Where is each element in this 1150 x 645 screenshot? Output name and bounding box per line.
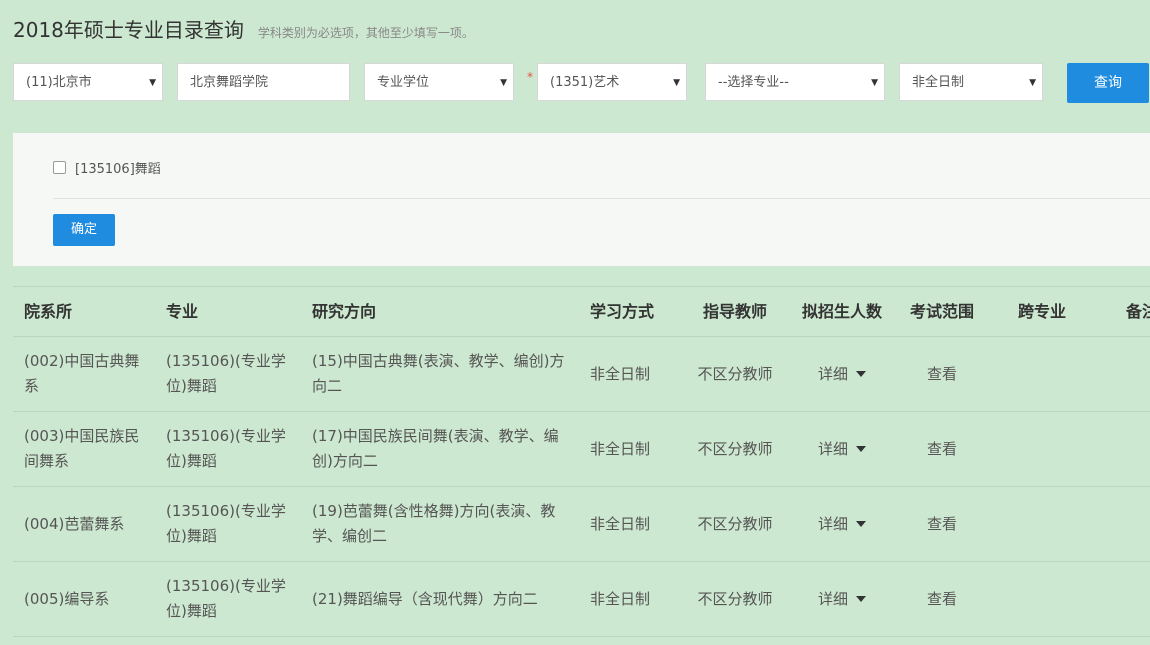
- chevron-down-icon: ▼: [1029, 78, 1036, 88]
- cell-direction: (21)舞蹈编导（含现代舞）方向二: [312, 589, 538, 608]
- cell-dept: (003)中国民族民间舞系: [24, 427, 140, 470]
- header-scope: 考试范围: [909, 302, 974, 321]
- query-button[interactable]: 查询: [1067, 63, 1149, 103]
- panel-divider: [53, 198, 1150, 199]
- header-direction: 研究方向: [312, 302, 377, 321]
- school-input[interactable]: 北京舞蹈学院: [177, 63, 350, 101]
- table-row: (002)中国古典舞系 (135106)(专业学位)舞蹈 (15)中国古典舞(表…: [13, 337, 1150, 412]
- quota-detail-label: 详细: [817, 589, 848, 608]
- table-row: (004)芭蕾舞系 (135106)(专业学位)舞蹈 (19)芭蕾舞(含性格舞)…: [13, 487, 1150, 562]
- major-select[interactable]: --选择专业-- ▼: [705, 63, 885, 101]
- quota-detail-toggle[interactable]: 详细: [792, 562, 892, 636]
- province-select[interactable]: (11)北京市 ▼: [13, 63, 163, 101]
- study-mode-select[interactable]: 非全日制 ▼: [899, 63, 1043, 101]
- cell-mode: 非全日制: [590, 364, 651, 383]
- category-value: (1351)艺术: [550, 75, 620, 90]
- cell-cross: [1018, 412, 1098, 486]
- cell-advisor: 不区分教师: [697, 364, 773, 383]
- cell-mode: 非全日制: [590, 439, 651, 458]
- cell-mode: 非全日制: [590, 589, 651, 608]
- page-hint: 学科类别为必选项，其他至少填写一项。: [257, 26, 474, 40]
- chevron-down-icon: ▼: [871, 78, 878, 88]
- cell-major: (135106)(专业学位)舞蹈: [166, 427, 286, 470]
- table-row: (003)中国民族民间舞系 (135106)(专业学位)舞蹈 (17)中国民族民…: [13, 412, 1150, 487]
- caret-down-icon: [856, 371, 866, 377]
- page-header: 2018年硕士专业目录查询 学科类别为必选项，其他至少填写一项。: [13, 14, 474, 46]
- major-checkbox-row[interactable]: [135106]舞蹈: [53, 158, 161, 177]
- table-header-row: 院系所 专业 研究方向 学习方式 指导教师 拟招生人数 考试范围 跨专业 备注: [13, 287, 1150, 337]
- header-cross: 跨专业: [1018, 302, 1067, 321]
- major-checkbox[interactable]: [53, 161, 66, 174]
- results-table: 院系所 专业 研究方向 学习方式 指导教师 拟招生人数 考试范围 跨专业 备注 …: [13, 286, 1150, 645]
- cell-direction: (19)芭蕾舞(含性格舞)方向(表演、教学、编创二: [312, 502, 556, 545]
- province-select-value: (11)北京市: [26, 75, 92, 90]
- quota-detail-toggle[interactable]: 详细: [792, 337, 892, 411]
- chevron-down-icon: ▼: [500, 78, 507, 88]
- table-row: (005)编导系 (135106)(专业学位)舞蹈 (21)舞蹈编导（含现代舞）…: [13, 562, 1150, 637]
- quota-detail-label: 详细: [817, 514, 848, 533]
- filter-bar: (11)北京市 ▼ 北京舞蹈学院 专业学位 ▼ (1351)艺术 ▼ --选择专…: [0, 63, 1150, 103]
- major-selection-panel: [135106]舞蹈 确定: [13, 133, 1150, 266]
- cell-advisor: 不区分教师: [697, 439, 773, 458]
- quota-detail-toggle[interactable]: 详细: [792, 487, 892, 561]
- header-quota: 拟招生人数: [801, 302, 882, 321]
- school-input-value: 北京舞蹈学院: [190, 75, 269, 90]
- chevron-down-icon: ▼: [149, 78, 156, 88]
- confirm-button[interactable]: 确定: [53, 214, 115, 246]
- major-value: --选择专业--: [718, 75, 789, 90]
- header-major: 专业: [166, 302, 199, 321]
- cell-major: (135106)(专业学位)舞蹈: [166, 577, 286, 620]
- caret-down-icon: [856, 521, 866, 527]
- cell-dept: (004)芭蕾舞系: [24, 514, 125, 533]
- caret-down-icon: [856, 596, 866, 602]
- cell-dept: (002)中国古典舞系: [24, 352, 140, 395]
- category-select[interactable]: (1351)艺术 ▼: [537, 63, 687, 101]
- cell-mode: 非全日制: [590, 514, 651, 533]
- cell-note: [1126, 337, 1150, 411]
- page-title: 2018年硕士专业目录查询: [13, 18, 244, 42]
- exam-scope-link[interactable]: 查看: [896, 487, 988, 561]
- cell-direction: (17)中国民族民间舞(表演、教学、编创)方向二: [312, 427, 559, 470]
- cell-direction: (15)中国古典舞(表演、教学、编创)方向二: [312, 352, 565, 395]
- cell-major: (135106)(专业学位)舞蹈: [166, 352, 286, 395]
- cell-note: [1126, 412, 1150, 486]
- required-mark: *: [527, 70, 533, 84]
- cell-cross: [1018, 562, 1098, 636]
- degree-type-select[interactable]: 专业学位 ▼: [364, 63, 514, 101]
- cell-dept: (005)编导系: [24, 589, 110, 608]
- header-mode: 学习方式: [590, 302, 655, 321]
- major-checkbox-label: [135106]舞蹈: [75, 162, 161, 177]
- degree-type-value: 专业学位: [377, 75, 430, 90]
- caret-down-icon: [856, 446, 866, 452]
- cell-advisor: 不区分教师: [697, 514, 773, 533]
- cell-cross: [1018, 487, 1098, 561]
- quota-detail-toggle[interactable]: 详细: [792, 412, 892, 486]
- quota-detail-label: 详细: [817, 364, 848, 383]
- exam-scope-link[interactable]: 查看: [896, 562, 988, 636]
- cell-major: (135106)(专业学位)舞蹈: [166, 502, 286, 545]
- header-dept: 院系所: [24, 302, 73, 321]
- cell-note: [1126, 487, 1150, 561]
- cell-cross: [1018, 337, 1098, 411]
- quota-detail-label: 详细: [817, 439, 848, 458]
- header-advisor: 指导教师: [702, 302, 767, 321]
- header-note: 备注: [1126, 302, 1150, 321]
- exam-scope-link[interactable]: 查看: [896, 337, 988, 411]
- exam-scope-link[interactable]: 查看: [896, 412, 988, 486]
- cell-advisor: 不区分教师: [697, 589, 773, 608]
- cell-note: [1126, 562, 1150, 636]
- study-mode-value: 非全日制: [912, 75, 965, 90]
- chevron-down-icon: ▼: [673, 78, 680, 88]
